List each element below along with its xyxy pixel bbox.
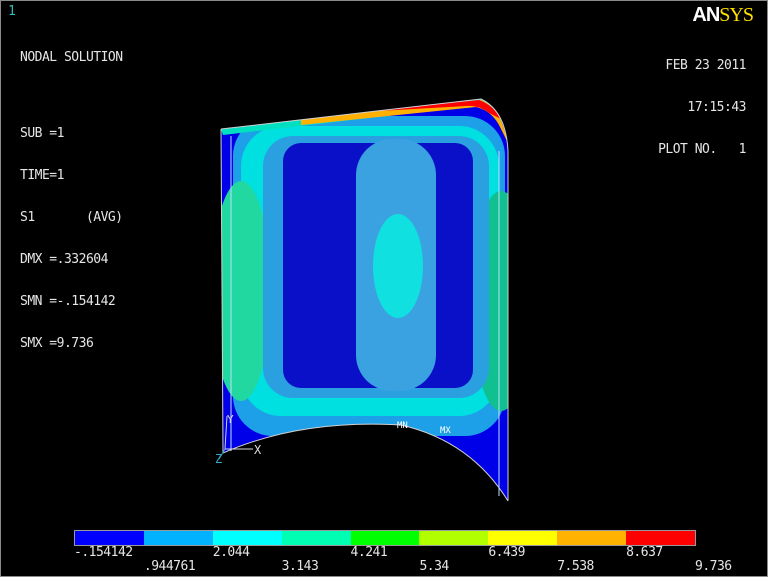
smx: SMX =9.736 — [20, 337, 123, 351]
legend-color-band — [557, 531, 626, 545]
plot-date: FEB 23 2011 — [658, 59, 746, 73]
legend-label: 5.34 — [419, 560, 448, 574]
contour-legend — [74, 530, 696, 546]
legend-label: 6.439 — [488, 546, 525, 560]
contour-center-cyan — [373, 214, 423, 318]
min-marker: MN — [397, 421, 408, 431]
legend-color-band — [144, 531, 213, 545]
triad-y-label: Y — [227, 413, 234, 426]
plot-stamp: FEB 23 2011 17:15:43 PLOT NO. 1 — [658, 31, 746, 185]
time: TIME=1 — [20, 169, 123, 183]
legend-label: 7.538 — [557, 560, 594, 574]
legend-color-band — [75, 531, 144, 545]
legend-label: 8.637 — [626, 546, 663, 560]
legend-color-band — [419, 531, 488, 545]
legend-color-band — [213, 531, 282, 545]
legend-color-band — [351, 531, 420, 545]
legend-label: 4.241 — [351, 546, 388, 560]
result-item: S1 (AVG) — [20, 211, 123, 225]
substep: SUB =1 — [20, 127, 123, 141]
ansys-graphics-window: X Y Z MN MX 1 NODAL SOLUTION SUB =1 TIME… — [0, 0, 768, 577]
ansys-logo: ANSYS — [692, 4, 753, 27]
legend-label: -.154142 — [74, 546, 133, 560]
dmx: DMX =.332604 — [20, 253, 123, 267]
legend-color-band — [488, 531, 557, 545]
max-marker: MX — [440, 426, 451, 436]
plot-time: 17:15:43 — [658, 101, 746, 115]
window-number: 1 — [8, 5, 15, 19]
triad-x-label: X — [254, 443, 262, 457]
legend-label: 3.143 — [282, 560, 319, 574]
solution-info: NODAL SOLUTION SUB =1 TIME=1 S1 (AVG) DM… — [20, 23, 123, 379]
legend-color-band — [626, 531, 695, 545]
plot-number: PLOT NO. 1 — [658, 143, 746, 157]
legend-color-band — [282, 531, 351, 545]
plot-title: NODAL SOLUTION — [20, 51, 123, 65]
legend-label: 9.736 — [695, 560, 732, 574]
triad-z-label: Z — [215, 452, 222, 466]
legend-label: .944761 — [144, 560, 195, 574]
contour-left-green — [211, 181, 271, 401]
legend-label: 2.044 — [213, 546, 250, 560]
smn: SMN =-.154142 — [20, 295, 123, 309]
